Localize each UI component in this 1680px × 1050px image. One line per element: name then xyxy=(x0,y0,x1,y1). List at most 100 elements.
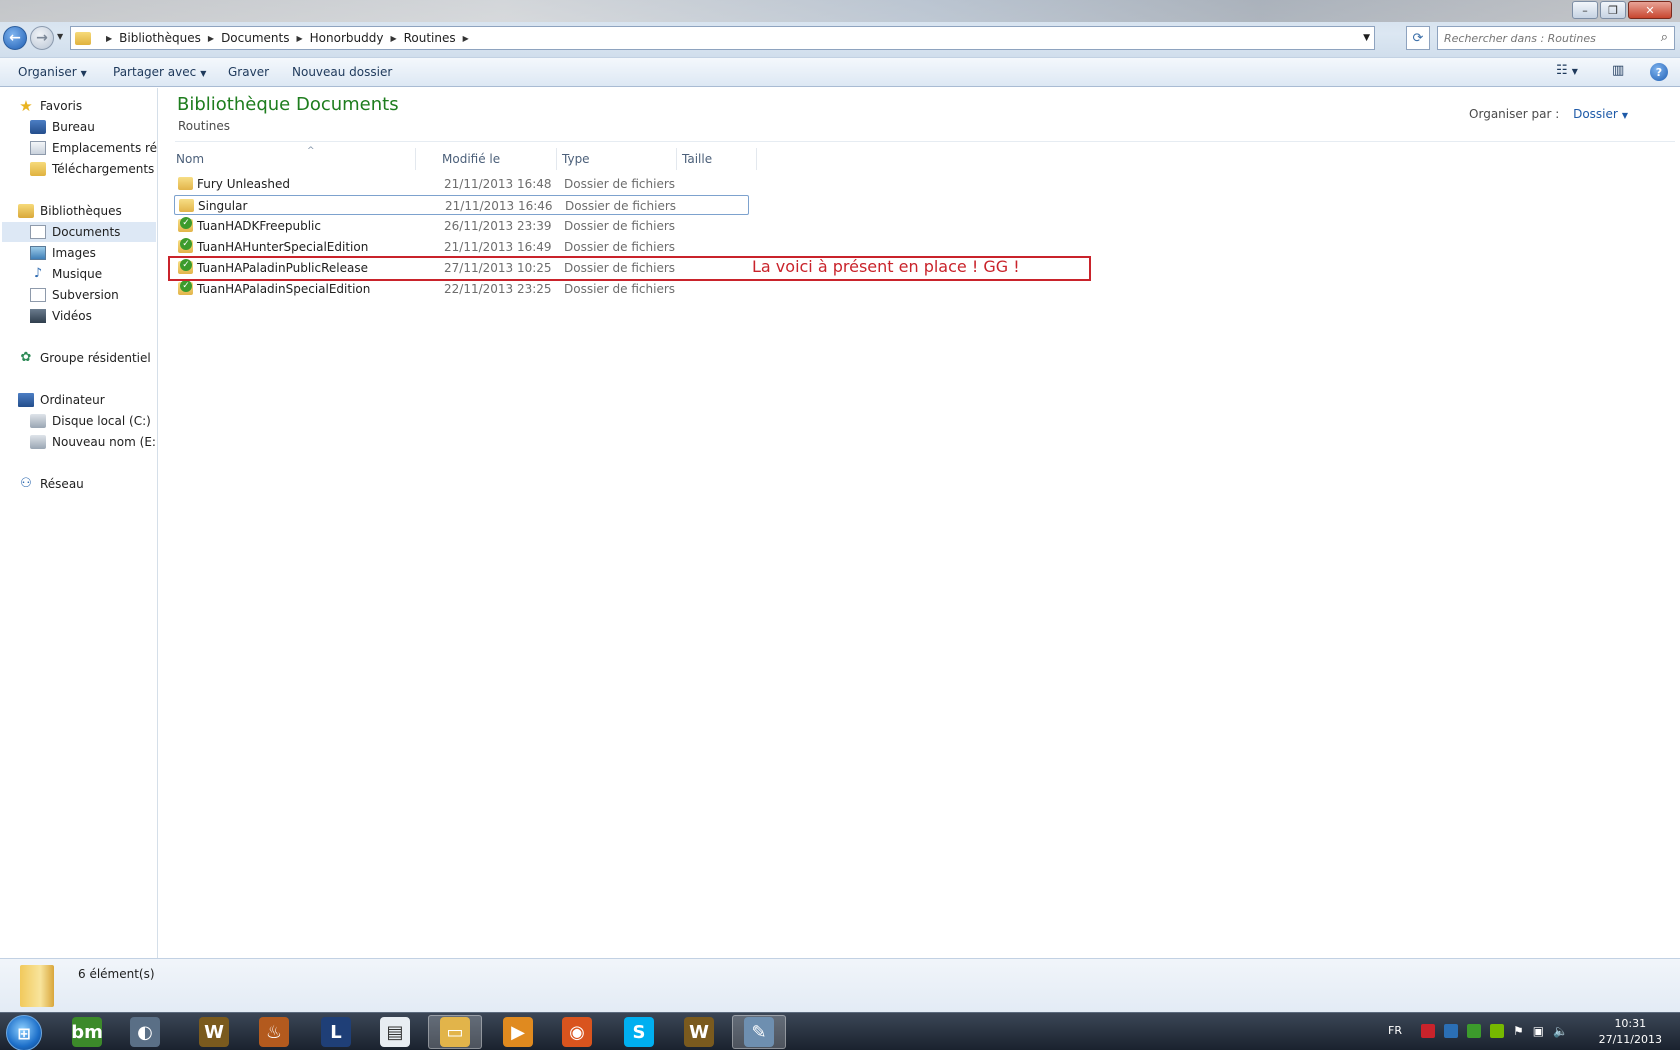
folder-icon xyxy=(75,31,91,45)
column-header-modified[interactable]: Modifié le xyxy=(437,148,557,170)
breadcrumb-bibliotheques[interactable]: Bibliothèques xyxy=(119,31,201,45)
libraries-icon xyxy=(18,204,34,218)
chevron-right-icon[interactable]: ▶ xyxy=(463,34,469,43)
taskbar-button-wow-launcher[interactable]: W xyxy=(187,1015,241,1049)
bm-icon: bm xyxy=(71,1017,103,1047)
search-input[interactable] xyxy=(1444,30,1644,46)
taskbar-button-paint[interactable]: ✎ xyxy=(732,1015,786,1049)
share-button[interactable]: Partager avec ▼ xyxy=(113,65,206,79)
media-player-icon: ▶ xyxy=(503,1017,533,1047)
file-modified: 21/11/2013 16:48 xyxy=(444,177,552,191)
nvidia-icon[interactable] xyxy=(1489,1024,1504,1038)
taskbar-button-notepad[interactable]: ▤ xyxy=(368,1015,422,1049)
maximize-button[interactable]: ❐ xyxy=(1600,1,1626,19)
taskbar-button-bm[interactable]: bm xyxy=(60,1015,114,1049)
table-row[interactable]: Singular 21/11/2013 16:46 Dossier de fichi… xyxy=(174,195,749,215)
chevron-right-icon[interactable]: ▶ xyxy=(296,34,302,43)
svn-folder-icon xyxy=(178,217,193,232)
sidebar-item-libraries[interactable]: Bibliothèques xyxy=(18,201,122,221)
sidebar-item-computer[interactable]: Ordinateur xyxy=(18,390,105,410)
sidebar-item-favorites[interactable]: ★ Favoris xyxy=(18,96,82,116)
taskbar-button-media-player[interactable]: ▶ xyxy=(491,1015,545,1049)
flag-icon[interactable]: ⚑ xyxy=(1513,1024,1524,1038)
taskbar: ⊞ bm ◐ W ♨ L ▤ ▭ ▶ ◉ S W ✎ FR ⚑ ▣ 🔈 10:31 27/11/201… xyxy=(0,1012,1680,1050)
star-icon: ★ xyxy=(19,97,33,115)
sidebar-item-disk-c[interactable]: Disque local (C:) xyxy=(30,411,151,431)
sidebar-item-documents[interactable]: Documents xyxy=(2,222,156,242)
volume-icon[interactable]: 🔈 xyxy=(1553,1024,1568,1038)
address-bar[interactable]: ▶ Bibliothèques ▶ Documents ▶ Honorbuddy… xyxy=(70,26,1375,50)
breadcrumb-routines[interactable]: Routines xyxy=(404,31,456,45)
taskbar-button-firefox[interactable]: ◉ xyxy=(550,1015,604,1049)
new-folder-button[interactable]: Nouveau dossier xyxy=(292,65,392,79)
taskbar-button-app[interactable]: ◐ xyxy=(118,1015,172,1049)
sidebar-item-music[interactable]: ♪ Musique xyxy=(30,264,102,284)
chevron-right-icon[interactable]: ▶ xyxy=(390,34,396,43)
video-icon xyxy=(30,309,46,323)
window-controls: – ❐ ✕ xyxy=(1572,1,1672,19)
arrange-by-dropdown[interactable]: Dossier ▼ xyxy=(1573,107,1628,121)
table-row[interactable]: Fury Unleashed 21/11/2013 16:48 Dossier de… xyxy=(174,174,749,194)
help-button[interactable]: ? xyxy=(1650,63,1668,81)
sidebar-item-downloads[interactable]: Téléchargements xyxy=(30,159,154,179)
column-header-type[interactable]: Type xyxy=(557,148,677,170)
sidebar-item-recent-places[interactable]: Emplacements récents xyxy=(30,138,157,158)
taskbar-button-hearthstone[interactable]: ♨ xyxy=(247,1015,301,1049)
firefox-icon: ◉ xyxy=(562,1017,592,1047)
tray-app-icon[interactable] xyxy=(1443,1024,1458,1038)
recent-pages-dropdown[interactable]: ▼ xyxy=(57,32,63,41)
forward-button[interactable]: → xyxy=(30,26,54,50)
league-icon: L xyxy=(321,1017,351,1047)
svn-folder-icon xyxy=(178,280,193,295)
breadcrumb-honorbuddy[interactable]: Honorbuddy xyxy=(310,31,384,45)
refresh-button[interactable]: ⟳ xyxy=(1406,26,1430,50)
sidebar-item-disk-e[interactable]: Nouveau nom (E:) xyxy=(30,432,157,452)
chevron-right-icon[interactable]: ▶ xyxy=(106,34,112,43)
sidebar-item-homegroup[interactable]: ✿ Groupe résidentiel xyxy=(18,348,151,368)
network-icon[interactable]: ▣ xyxy=(1533,1024,1544,1038)
arrow-left-icon: ← xyxy=(9,30,21,46)
taskbar-button-wow[interactable]: W xyxy=(672,1015,726,1049)
chevron-down-icon[interactable]: ▼ xyxy=(1363,33,1370,43)
search-icon[interactable]: ⌕ xyxy=(1661,30,1668,45)
sidebar-item-videos[interactable]: Vidéos xyxy=(30,306,92,326)
file-name: TuanHAPaladinSpecialEdition xyxy=(197,282,371,296)
system-tray: ⚑ ▣ 🔈 xyxy=(1420,1024,1568,1038)
antivirus-icon[interactable] xyxy=(1420,1024,1435,1038)
column-header-name[interactable]: ^ Nom xyxy=(171,146,416,170)
taskbar-button-league[interactable]: L xyxy=(309,1015,363,1049)
taskbar-button-explorer[interactable]: ▭ xyxy=(428,1015,482,1049)
help-icon: ? xyxy=(1655,65,1663,79)
table-row[interactable]: TuanHADKFreepublic 26/11/2013 23:39 Dossie… xyxy=(174,216,749,236)
language-indicator[interactable]: FR xyxy=(1388,1024,1402,1037)
chevron-right-icon[interactable]: ▶ xyxy=(208,34,214,43)
clock[interactable]: 10:31 27/11/2013 xyxy=(1599,1016,1662,1048)
view-options-button[interactable]: ☷ ▼ xyxy=(1556,63,1578,78)
close-button[interactable]: ✕ xyxy=(1628,1,1672,19)
start-button[interactable]: ⊞ xyxy=(6,1015,42,1050)
organize-button[interactable]: Organiser ▼ xyxy=(18,65,87,79)
sidebar-item-desktop[interactable]: Bureau xyxy=(30,117,95,137)
folder-icon xyxy=(178,177,193,190)
sidebar-item-network[interactable]: ⚇ Réseau xyxy=(18,474,84,494)
taskbar-button-skype[interactable]: S xyxy=(612,1015,666,1049)
sidebar-item-images[interactable]: Images xyxy=(30,243,96,263)
preview-pane-button[interactable]: ▥ xyxy=(1612,63,1624,78)
back-button[interactable]: ← xyxy=(3,26,27,50)
breadcrumb-documents[interactable]: Documents xyxy=(221,31,289,45)
tray-check-icon[interactable] xyxy=(1466,1024,1481,1038)
share-label: Partager avec xyxy=(113,65,197,79)
burn-button[interactable]: Graver xyxy=(228,65,269,79)
subversion-icon xyxy=(30,288,46,302)
wow-launcher-icon: W xyxy=(199,1017,229,1047)
table-row[interactable]: TuanHAHunterSpecialEdition 21/11/2013 16:… xyxy=(174,237,749,257)
minimize-button[interactable]: – xyxy=(1572,1,1598,19)
page-subtitle: Routines xyxy=(178,119,231,133)
search-box[interactable]: ⌕ xyxy=(1437,26,1675,50)
column-header-size[interactable]: Taille xyxy=(677,148,757,170)
recent-places-icon xyxy=(30,141,46,155)
sidebar-item-subversion[interactable]: Subversion xyxy=(30,285,119,305)
table-row[interactable]: TuanHAPaladinSpecialEdition 22/11/2013 23… xyxy=(174,279,749,299)
notepad-icon: ▤ xyxy=(380,1017,410,1047)
arrow-right-icon: → xyxy=(36,30,48,46)
